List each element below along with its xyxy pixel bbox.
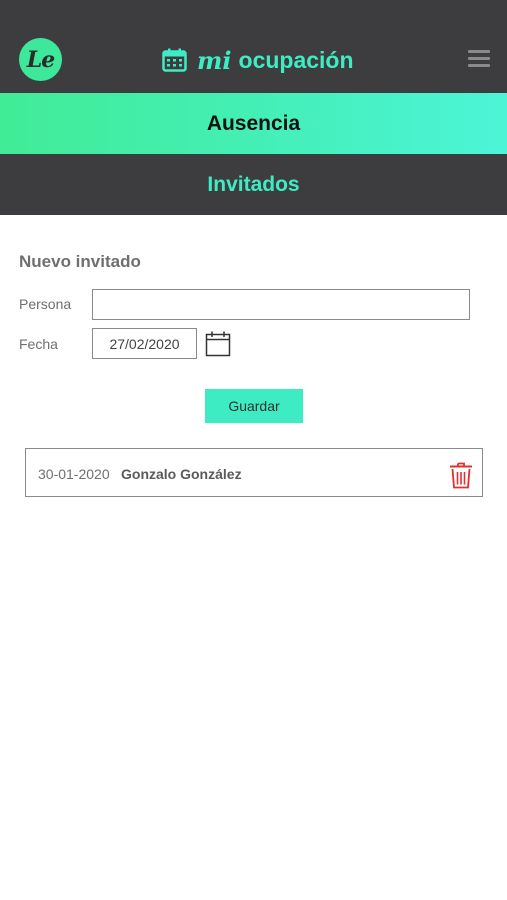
- app-header: Le mi ocupación: [0, 0, 507, 93]
- page-title: ocupación: [238, 46, 354, 73]
- hamburger-menu-icon[interactable]: [468, 50, 490, 68]
- section-title: Nuevo invitado: [19, 252, 141, 271]
- save-button[interactable]: Guardar: [205, 389, 303, 423]
- app-title: mi ocupación: [162, 44, 354, 76]
- persona-label: Persona: [19, 296, 72, 312]
- title-prefix: mi: [197, 45, 232, 75]
- logo-text: Le: [26, 46, 55, 73]
- guest-list-item: 30-01-2020 Gonzalo González: [25, 448, 483, 497]
- fecha-input[interactable]: [92, 328, 197, 359]
- tab-invitados[interactable]: Invitados: [0, 154, 507, 215]
- guest-name: Gonzalo González: [121, 466, 242, 482]
- tab-ausencia[interactable]: Ausencia: [0, 93, 507, 154]
- tab-invitados-label: Invitados: [207, 172, 300, 196]
- tab-ausencia-label: Ausencia: [206, 111, 301, 135]
- guest-date: 30-01-2020: [38, 466, 110, 482]
- persona-input[interactable]: [92, 289, 470, 320]
- calendar-icon[interactable]: [205, 331, 231, 357]
- trash-icon[interactable]: [449, 461, 473, 489]
- fecha-label: Fecha: [19, 336, 58, 352]
- app-logo[interactable]: Le: [19, 38, 62, 81]
- calendar-icon: [162, 48, 187, 72]
